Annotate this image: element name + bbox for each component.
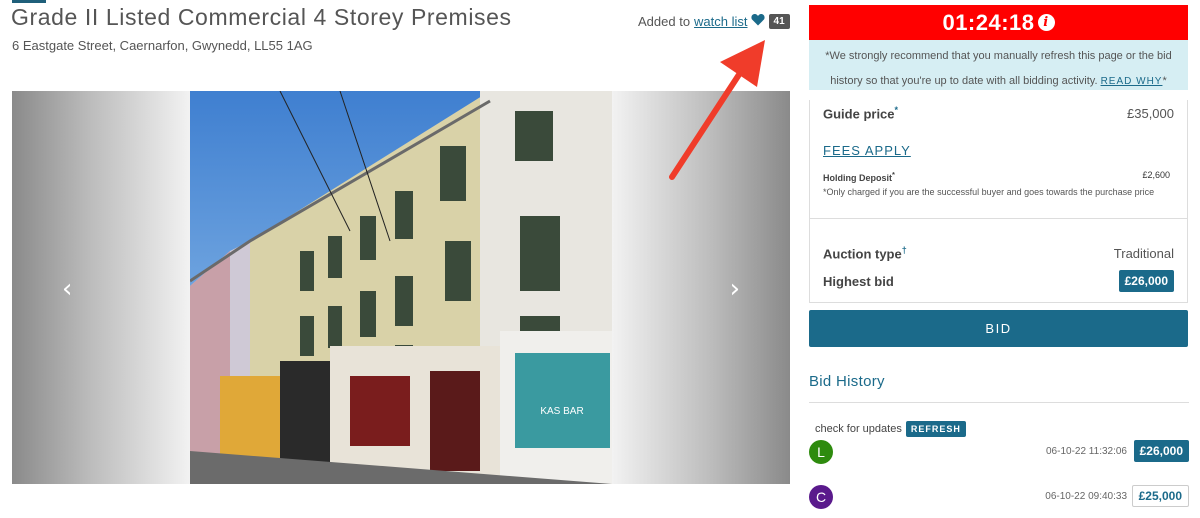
holding-deposit-value: £2,600 <box>1142 170 1170 180</box>
annotation-arrow-icon <box>669 40 765 180</box>
holding-deposit-row: Holding Deposit* £2,600 <box>810 170 1187 183</box>
holding-deposit-note: *Only charged if you are the successful … <box>823 187 1155 197</box>
highest-bid-row: Highest bid £26,000 <box>810 268 1187 294</box>
info-icon[interactable]: i <box>1037 14 1055 31</box>
auction-type-row: Auction type† Traditional <box>810 238 1187 268</box>
heart-icon[interactable] <box>750 13 765 29</box>
bid-timestamp: 06-10-22 11:32:06 <box>1046 446 1127 457</box>
chevron-right-icon[interactable]: › <box>730 274 740 304</box>
watchlist-count-badge: 41 <box>768 13 790 29</box>
bid-history-row: L 06-10-22 11:32:06 £26,000 <box>809 440 1189 464</box>
property-address: 6 Eastgate Street, Caernarfon, Gwynedd, … <box>12 38 313 53</box>
bid-button[interactable]: BID <box>809 310 1188 347</box>
guide-price-label: Guide price* <box>823 104 899 122</box>
watchlist-prefix: Added to <box>638 13 691 29</box>
guide-price-footnote-marker[interactable]: * <box>895 105 899 115</box>
auction-type-value: Traditional <box>1113 245 1174 261</box>
guide-price-value: £35,000 <box>1127 105 1174 121</box>
countdown-timer: 01:24:18 i <box>809 5 1188 40</box>
header-accent-bar <box>12 0 46 3</box>
watchlist-status: Added to watch list 41 <box>638 12 790 30</box>
gallery-prev-preview[interactable]: ‹ <box>12 91 190 484</box>
bid-history-row: C 06-10-22 09:40:33 £25,000 <box>809 485 1189 509</box>
auction-panel: 01:24:18 i *We strongly recommend that y… <box>809 5 1188 347</box>
auction-type-label: Auction type† <box>823 244 907 262</box>
refresh-notice: *We strongly recommend that you manually… <box>809 40 1188 90</box>
bid-amount: £25,000 <box>1131 485 1189 507</box>
read-why-link[interactable]: READ WHY <box>1101 76 1163 87</box>
check-updates: check for updates REFRESH <box>815 421 966 437</box>
svg-text:KAS BAR: KAS BAR <box>540 406 583 417</box>
watchlist-link[interactable]: watch list <box>694 14 747 29</box>
read-why-suffix: * <box>1162 75 1167 87</box>
chevron-left-icon[interactable]: ‹ <box>62 274 72 304</box>
auction-type-footnote-marker[interactable]: † <box>902 245 907 255</box>
bid-timestamp: 06-10-22 09:40:33 <box>1045 491 1127 502</box>
refresh-button[interactable]: REFRESH <box>905 421 966 437</box>
bidder-avatar: C <box>809 485 833 509</box>
bid-history-divider <box>809 402 1189 403</box>
guide-price-row: Guide price* £35,000 <box>810 100 1187 126</box>
highest-bid-label: Highest bid <box>823 273 894 289</box>
divider <box>810 218 1187 219</box>
bid-history-title: Bid History <box>809 373 885 390</box>
property-photo: KAS BAR <box>190 91 612 484</box>
bidder-avatar: L <box>809 440 833 464</box>
holding-deposit-label: Holding Deposit* <box>823 170 895 183</box>
countdown-value: 01:24:18 <box>942 9 1035 35</box>
bid-amount: £26,000 <box>1133 440 1189 462</box>
fees-apply-link[interactable]: FEES APPLY <box>810 143 1187 158</box>
check-updates-text: check for updates <box>815 423 902 435</box>
page-title: Grade II Listed Commercial 4 Storey Prem… <box>11 4 512 30</box>
price-details: Guide price* £35,000 FEES APPLY Holding … <box>809 100 1188 303</box>
highest-bid-value: £26,000 <box>1118 270 1174 292</box>
